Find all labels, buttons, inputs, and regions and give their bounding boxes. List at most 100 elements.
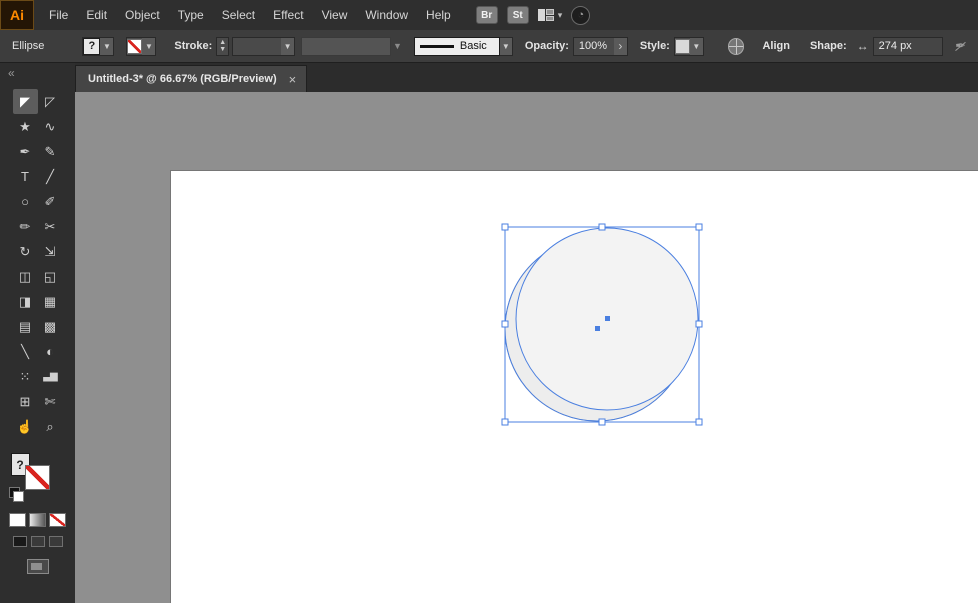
shape-width-field[interactable]: 274 px: [872, 36, 944, 56]
canvas[interactable]: [75, 92, 978, 603]
selection-handle[interactable]: [598, 223, 606, 231]
document-tab-title: Untitled-3* @ 66.67% (RGB/Preview): [88, 73, 277, 85]
menu-select[interactable]: Select: [213, 0, 264, 30]
menu-help[interactable]: Help: [417, 0, 460, 30]
color-button[interactable]: [9, 513, 26, 527]
rotate-tool[interactable]: ↻: [13, 239, 38, 264]
stroke-weight-value[interactable]: [233, 37, 281, 56]
opacity-label[interactable]: Opacity:: [525, 40, 569, 52]
menu-window[interactable]: Window: [356, 0, 417, 30]
selection-overlay: [501, 223, 703, 426]
width-tool[interactable]: ◫: [13, 264, 38, 289]
workspace-switcher[interactable]: ▾: [537, 9, 563, 21]
shape-builder-tool[interactable]: ◨: [13, 289, 38, 314]
style-label[interactable]: Style:: [640, 40, 670, 52]
curvature-tool[interactable]: ✎: [38, 139, 63, 164]
question-icon: ?: [83, 37, 101, 55]
selection-handle[interactable]: [501, 418, 509, 426]
bridge-button[interactable]: Br: [475, 6, 498, 24]
brush-definition-field: [301, 36, 391, 56]
menubar: Ai File Edit Object Type Select Effect V…: [0, 0, 978, 30]
illustrator-window: Ai File Edit Object Type Select Effect V…: [0, 0, 978, 603]
fill-variant-dropdown[interactable]: ? ▼: [82, 36, 115, 56]
stroke-color-dropdown[interactable]: ▼: [126, 36, 157, 56]
lasso-tool[interactable]: ∿: [38, 114, 63, 139]
gradient-tool[interactable]: ▩: [38, 314, 63, 339]
collapse-panel-icon[interactable]: «: [0, 63, 15, 81]
sync-status-icon[interactable]: ◔: [571, 5, 591, 25]
screen-mode-button[interactable]: [26, 559, 49, 574]
free-transform-tool[interactable]: ◱: [38, 264, 63, 289]
stroke-weight-stepper[interactable]: ▲ ▼: [216, 36, 230, 56]
graphic-style-swatch: [674, 38, 690, 54]
scale-tool[interactable]: ⇲: [38, 239, 63, 264]
perspective-grid-tool[interactable]: ▦: [38, 289, 63, 314]
stroke-weight-dropdown[interactable]: ▼: [232, 36, 296, 56]
zoom-tool[interactable]: ⌕: [38, 414, 63, 439]
menu-object[interactable]: Object: [116, 0, 169, 30]
menu-edit[interactable]: Edit: [77, 0, 116, 30]
ellipse-tool[interactable]: ○: [13, 189, 38, 214]
hand-tool[interactable]: ☝: [13, 414, 38, 439]
draw-inside-button[interactable]: [48, 536, 63, 547]
control-bar: Ellipse ? ▼ ▼ Stroke: ▲ ▼ ▼ ▼ Basic ▼ Op: [0, 30, 978, 63]
selection-handle[interactable]: [695, 418, 703, 426]
width-dimension-icon: ↔: [856, 39, 869, 53]
close-icon[interactable]: ×: [289, 72, 297, 87]
selection-handle[interactable]: [695, 320, 703, 328]
stroke-label[interactable]: Stroke:: [174, 40, 212, 52]
opacity-value[interactable]: 100%: [574, 37, 614, 56]
stepper-up-icon[interactable]: ▲: [219, 39, 226, 46]
gradient-button[interactable]: [29, 513, 46, 527]
stroke-preview-line: [419, 44, 454, 48]
mesh-tool[interactable]: ▤: [13, 314, 38, 339]
stepper-down-icon[interactable]: ▼: [219, 46, 226, 53]
slice-tool[interactable]: ✄: [38, 389, 63, 414]
document-tab[interactable]: Untitled-3* @ 66.67% (RGB/Preview) ×: [75, 65, 308, 92]
line-segment-tool[interactable]: ╱: [38, 164, 63, 189]
selection-handle[interactable]: [695, 223, 703, 231]
selection-handle[interactable]: [501, 223, 509, 231]
graphic-style-dropdown[interactable]: ▼: [673, 36, 704, 56]
none-button[interactable]: [49, 513, 66, 527]
center-point[interactable]: [605, 316, 610, 321]
symbol-sprayer-tool[interactable]: ⁙: [13, 364, 38, 389]
shape-label[interactable]: Shape:: [810, 40, 847, 52]
menu-type[interactable]: Type: [169, 0, 213, 30]
type-tool[interactable]: T: [13, 164, 38, 189]
eyedropper-tool[interactable]: ╲: [13, 339, 38, 364]
draw-normal-button[interactable]: [12, 536, 27, 547]
selection-tool[interactable]: ◤: [12, 89, 38, 114]
opacity-arrow-icon[interactable]: ›: [613, 37, 627, 55]
menu-file[interactable]: File: [40, 0, 77, 30]
align-label[interactable]: Align: [762, 40, 790, 52]
paintbrush-tool[interactable]: ✐: [38, 189, 63, 214]
stroke-proxy-none-swatch[interactable]: [24, 465, 50, 490]
center-point[interactable]: [595, 326, 600, 331]
draw-behind-button[interactable]: [30, 536, 45, 547]
magic-wand-tool[interactable]: ★: [13, 114, 38, 139]
column-graph-tool[interactable]: ▃▆: [38, 364, 63, 389]
recolor-artwork-icon[interactable]: [727, 37, 745, 55]
chevron-down-icon: ▼: [142, 37, 156, 55]
blend-tool[interactable]: ◐: [38, 339, 63, 364]
stock-button[interactable]: St: [506, 6, 529, 24]
stroke-style-dropdown[interactable]: Basic ▼: [413, 36, 513, 56]
default-fill-stroke-icon[interactable]: [8, 487, 24, 502]
selection-handle[interactable]: [598, 418, 606, 426]
tools-panel: « ◤ ◸ ★ ∿ ✒ ✎ T ╱ ○ ✐ ✏ ✂ ↻ ⇲ ◫ ◱ ◨ ▦ ▤: [0, 63, 75, 603]
tab-strip: Untitled-3* @ 66.67% (RGB/Preview) ×: [75, 63, 978, 92]
pencil-tool[interactable]: ✏: [13, 214, 38, 239]
selection-handle[interactable]: [501, 320, 509, 328]
app-logo[interactable]: Ai: [0, 0, 34, 30]
scissors-tool[interactable]: ✂: [38, 214, 63, 239]
menu-view[interactable]: View: [313, 0, 357, 30]
artboard-tool[interactable]: ⊞: [13, 389, 38, 414]
chevron-down-icon: ▼: [689, 37, 703, 55]
chevron-down-icon: ▼: [499, 36, 513, 56]
opacity-dropdown[interactable]: 100% ›: [572, 36, 628, 56]
menu-effect[interactable]: Effect: [264, 0, 312, 30]
direct-selection-tool[interactable]: ◸: [38, 89, 63, 114]
chevron-down-icon: ▾: [557, 9, 563, 20]
pen-tool[interactable]: ✒: [13, 139, 38, 164]
